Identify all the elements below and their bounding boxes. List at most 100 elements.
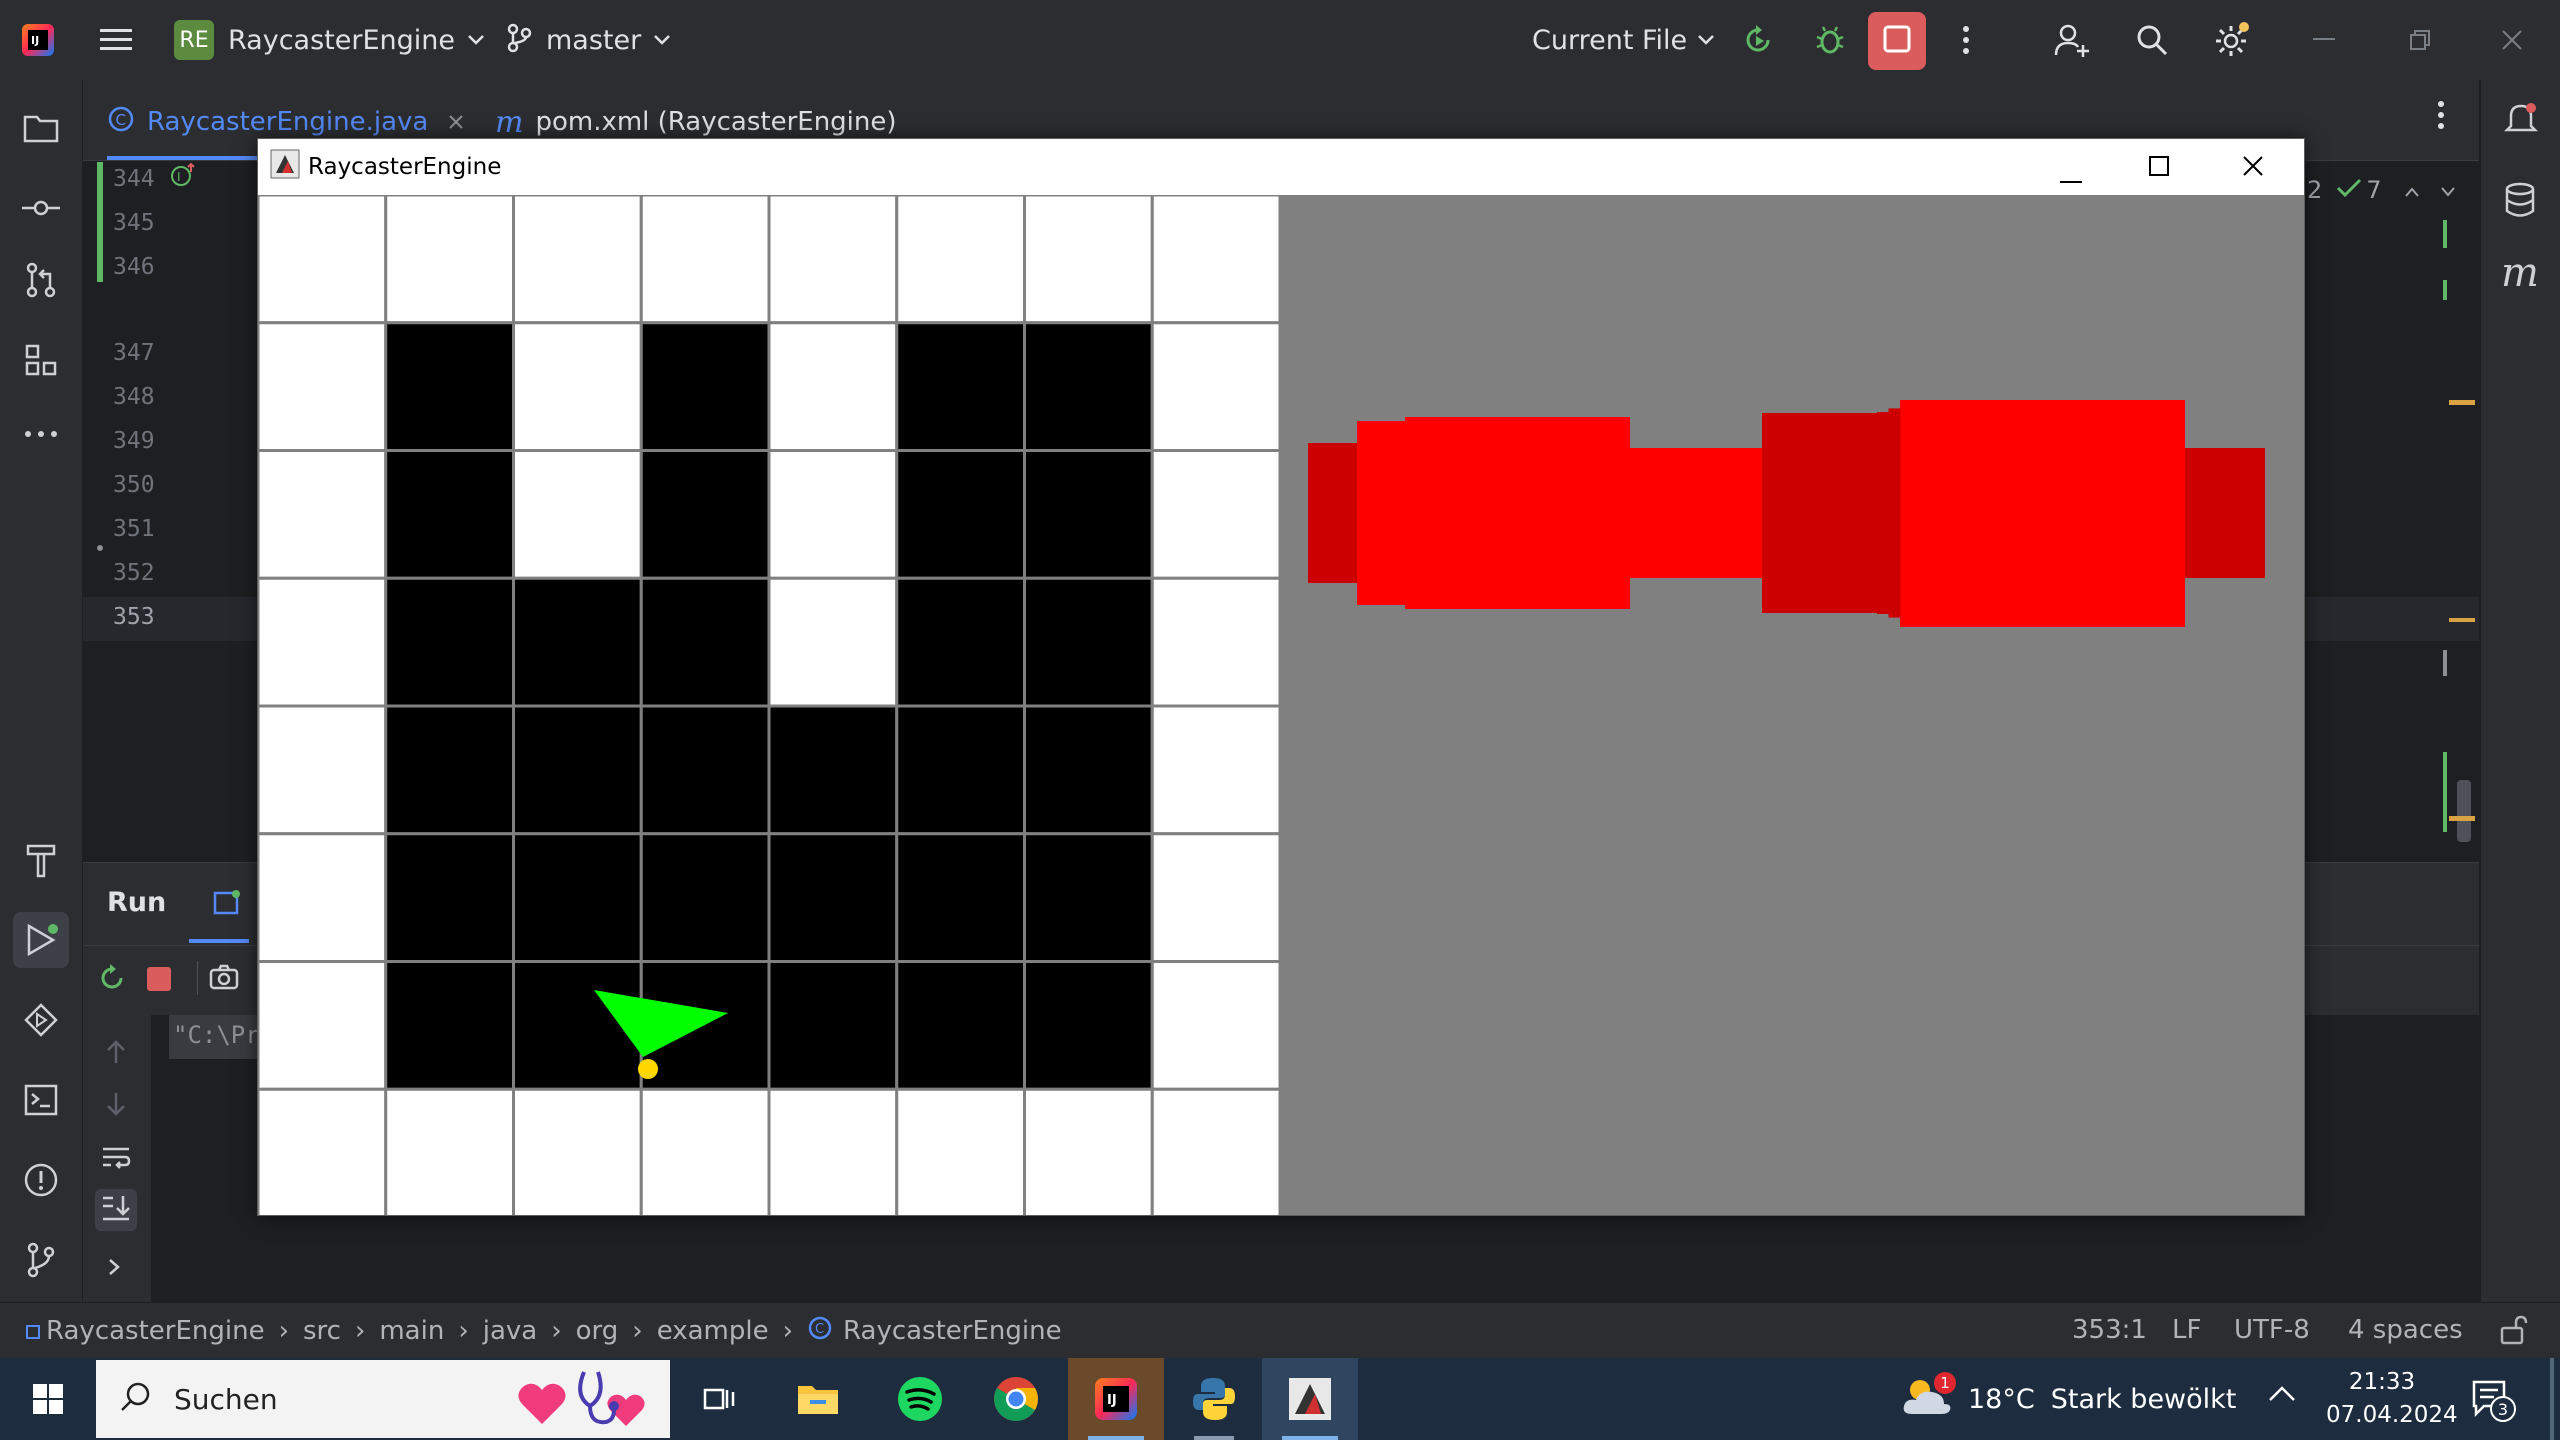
- notifications-bell-icon[interactable]: [2503, 100, 2539, 140]
- soft-wrap-icon[interactable]: [101, 1145, 131, 1175]
- close-tab-icon[interactable]: [448, 107, 464, 137]
- raycaster-title-bar[interactable]: RaycasterEngine: [258, 139, 2304, 195]
- chevron-up-icon[interactable]: [2268, 1384, 2296, 1406]
- chrome-icon[interactable]: [968, 1358, 1064, 1440]
- search-highlight-graphic: [514, 1366, 664, 1436]
- map-wall-cell: [1023, 960, 1154, 1091]
- map-wall-cell: [895, 832, 1026, 963]
- task-view-icon[interactable]: [672, 1358, 768, 1440]
- arrow-up-icon[interactable]: [105, 1039, 127, 1069]
- line-number: 347: [113, 340, 155, 366]
- breadcrumb-item[interactable]: RaycasterEngine: [46, 1316, 265, 1346]
- search-icon[interactable]: [2130, 18, 2174, 62]
- project-selector[interactable]: RE RaycasterEngine: [174, 18, 485, 62]
- windows-start-icon[interactable]: [0, 1358, 96, 1440]
- file-explorer-icon[interactable]: [770, 1358, 866, 1440]
- maximize-window-icon[interactable]: [2148, 155, 2170, 183]
- breadcrumb-item[interactable]: src: [303, 1316, 341, 1346]
- taskbar-search-box[interactable]: Suchen: [96, 1360, 670, 1438]
- chevron-up-icon[interactable]: [2404, 176, 2420, 204]
- line-separator[interactable]: LF: [2172, 1315, 2201, 1345]
- show-desktop-button[interactable]: [2550, 1358, 2554, 1440]
- clock[interactable]: 21:33 07.04.2024: [2326, 1366, 2458, 1432]
- scroll-to-end-icon: [101, 1194, 131, 1226]
- build-hammer-icon[interactable]: [13, 832, 69, 888]
- stop-icon[interactable]: [147, 967, 171, 991]
- editor-scrollbar-thumb[interactable]: [2457, 780, 2471, 842]
- minimize-window-icon[interactable]: [2060, 165, 2082, 191]
- implementation-marker-icon[interactable]: I: [169, 162, 197, 194]
- structure-icon[interactable]: [13, 332, 69, 388]
- branch-selector[interactable]: master: [506, 18, 671, 62]
- chevron-down-icon[interactable]: [2440, 176, 2456, 204]
- run-tool-icon[interactable]: [13, 912, 69, 968]
- restore-window-icon[interactable]: [2398, 18, 2442, 62]
- spotify-icon[interactable]: [872, 1358, 968, 1440]
- close-window-icon[interactable]: [2242, 155, 2264, 183]
- java-app-taskbar-icon[interactable]: [1262, 1358, 1358, 1440]
- map-floor-cell: [767, 576, 899, 708]
- map-floor-cell: [1150, 960, 1282, 1091]
- more-actions-icon[interactable]: [1944, 18, 1988, 62]
- rerun-icon[interactable]: [97, 963, 127, 997]
- arrow-down-icon[interactable]: [105, 1091, 127, 1121]
- tab-options-icon[interactable]: [2437, 100, 2445, 134]
- database-icon[interactable]: [2503, 182, 2537, 222]
- problems-icon[interactable]: [13, 1152, 69, 1208]
- lock-open-icon[interactable]: [2500, 1315, 2528, 1352]
- maven-tool-icon[interactable]: m: [2501, 250, 2539, 296]
- map-wall-cell: [1023, 832, 1154, 963]
- pull-requests-icon[interactable]: [13, 252, 69, 308]
- file-encoding[interactable]: UTF-8: [2234, 1315, 2310, 1345]
- breadcrumb-item[interactable]: main: [379, 1316, 444, 1346]
- run-config-label: Current File: [1532, 24, 1688, 56]
- main-menu-icon[interactable]: [94, 18, 138, 62]
- add-user-icon[interactable]: [2050, 18, 2094, 62]
- rerun-icon[interactable]: [1736, 18, 1780, 62]
- breadcrumb-item[interactable]: org: [576, 1316, 619, 1346]
- breadcrumb-item[interactable]: RaycasterEngine: [843, 1316, 1062, 1346]
- run-tab-icon[interactable]: [213, 889, 241, 919]
- map-floor-cell: [256, 193, 388, 325]
- services-icon[interactable]: [13, 992, 69, 1048]
- expand-chevron-icon[interactable]: [107, 1257, 121, 1281]
- more-tools-icon[interactable]: [13, 406, 69, 462]
- caret-position[interactable]: 353:1: [2072, 1315, 2147, 1345]
- indent-setting[interactable]: 4 spaces: [2348, 1315, 2463, 1345]
- line-number: 352: [113, 560, 155, 586]
- breadcrumb-separator-icon: ›: [632, 1316, 643, 1346]
- project-folder-icon[interactable]: [13, 100, 69, 156]
- breadcrumb-item[interactable]: example: [657, 1316, 769, 1346]
- python-icon[interactable]: [1166, 1358, 1262, 1440]
- intellij-logo-icon[interactable]: IJ: [16, 18, 60, 62]
- run-config-selector[interactable]: Current File: [1532, 18, 1715, 62]
- commit-icon[interactable]: [13, 180, 69, 236]
- breadcrumb-separator-icon: ›: [458, 1316, 469, 1346]
- map-floor-cell: [256, 704, 388, 836]
- terminal-icon[interactable]: [13, 1072, 69, 1128]
- minimize-window-icon[interactable]: [2302, 18, 2346, 62]
- weather-widget[interactable]: 1 18°C Stark bewölkt: [1900, 1358, 2236, 1440]
- notification-center-icon[interactable]: 3: [2470, 1378, 2516, 1422]
- close-window-icon[interactable]: [2490, 18, 2534, 62]
- map-floor-cell: [767, 449, 899, 580]
- map-floor-cell: [895, 193, 1026, 325]
- inspection-widget[interactable]: 2 7: [2307, 176, 2456, 204]
- scroll-to-end-button[interactable]: [95, 1189, 137, 1231]
- screenshot-camera-icon[interactable]: [209, 963, 239, 995]
- map-floor-cell: [767, 1087, 899, 1219]
- map-wall-cell: [639, 321, 771, 452]
- map-wall-cell: [895, 449, 1026, 580]
- debug-icon[interactable]: [1808, 18, 1852, 62]
- stop-button[interactable]: [1868, 12, 1926, 70]
- breadcrumb-item[interactable]: java: [483, 1316, 537, 1346]
- map-floor-cell: [639, 193, 771, 325]
- intellij-taskbar-icon[interactable]: IJ: [1068, 1358, 1164, 1440]
- git-icon[interactable]: [13, 1232, 69, 1288]
- line-number: 349: [113, 428, 155, 454]
- divider: [197, 961, 198, 995]
- svg-text:I: I: [177, 170, 181, 184]
- top-down-map: [256, 193, 1282, 1219]
- wall-slice: [2185, 448, 2265, 578]
- settings-gear-icon[interactable]: [2210, 18, 2254, 62]
